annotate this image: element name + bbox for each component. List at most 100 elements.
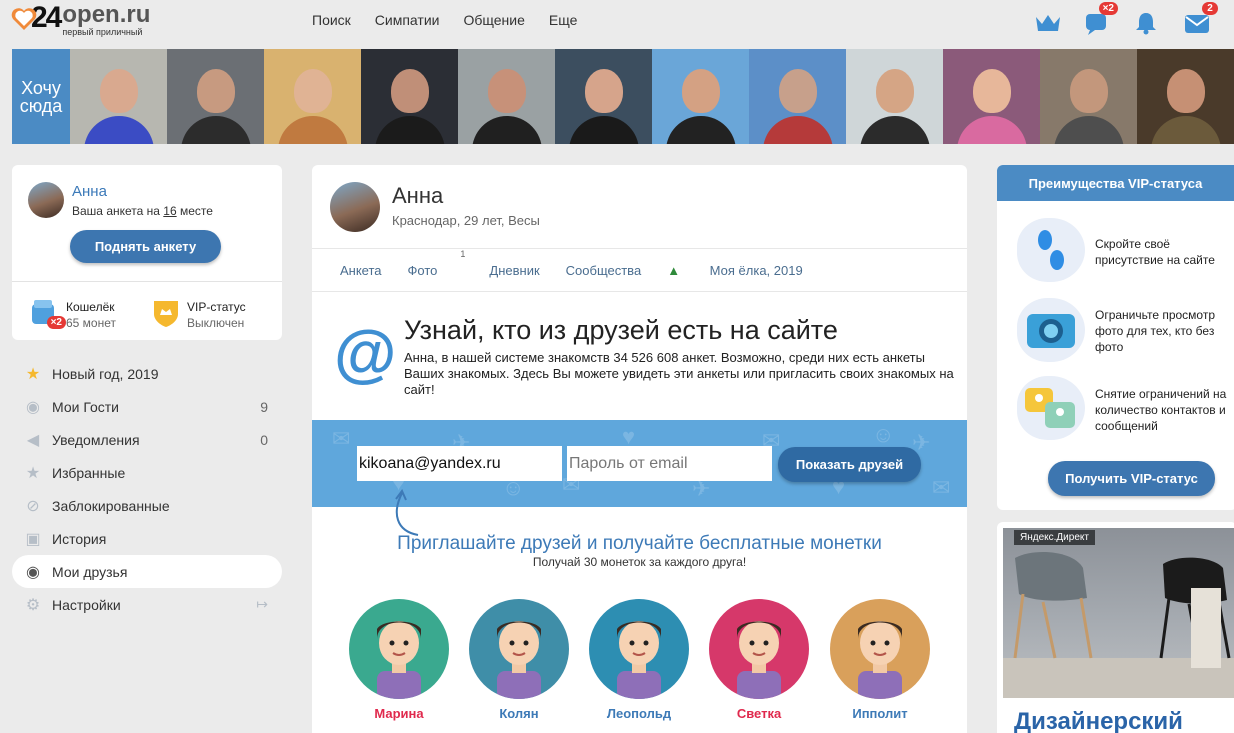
megaphone-icon: ◀ xyxy=(26,431,40,449)
vip-header: Преимущества VIP-статуса xyxy=(997,165,1234,201)
tab-profile[interactable]: Анкета xyxy=(340,263,382,278)
guests-count: 9 xyxy=(260,398,268,415)
camera-icon xyxy=(1017,298,1085,362)
strip-photo[interactable] xyxy=(361,49,458,144)
strip-photo[interactable] xyxy=(458,49,555,144)
bell-icon[interactable] xyxy=(1134,8,1164,36)
tab-communities[interactable]: Сообщества xyxy=(566,263,642,278)
strip-photo[interactable] xyxy=(1137,49,1234,144)
invite-subtitle: Получай 30 монеток за каждого друга! xyxy=(532,555,747,569)
wallet-label[interactable]: Кошелёк xyxy=(66,300,115,315)
photo-figure xyxy=(665,116,736,144)
menu-label: Заблокированные xyxy=(52,497,170,514)
wallet-icon[interactable]: ×2 xyxy=(30,298,66,329)
menu-favorites[interactable]: ★ Избранные xyxy=(12,456,282,489)
tab-diary[interactable]: Дневник xyxy=(489,263,539,278)
friends-eye-icon: ◉ xyxy=(26,563,40,581)
gear-icon: ⚙ xyxy=(25,596,41,614)
friend-name[interactable]: Леопольд xyxy=(589,706,689,721)
menu-notifications[interactable]: ◀ Уведомления 0 xyxy=(12,423,282,456)
friend-avatar[interactable] xyxy=(469,599,569,699)
profile-avatar[interactable] xyxy=(330,182,380,232)
menu-my-friends[interactable]: ◉ Мои друзья xyxy=(12,555,282,588)
vip-value: Выключен xyxy=(187,316,245,330)
nav-more[interactable]: Еще xyxy=(549,12,578,28)
wallet-badge: ×2 xyxy=(46,316,66,329)
photo-face xyxy=(1069,69,1108,113)
eye-icon: ◉ xyxy=(26,398,40,416)
want-here-button[interactable]: Хочу сюда xyxy=(12,49,70,144)
nav-chat[interactable]: Общение xyxy=(463,12,524,28)
my-name[interactable]: Анна xyxy=(72,183,107,200)
friend-name[interactable]: Марина xyxy=(349,706,449,721)
strip-photo[interactable] xyxy=(264,49,361,144)
raise-profile-button[interactable]: Поднять анкету xyxy=(70,230,221,263)
menu-blocked[interactable]: ⊘ Заблокированные xyxy=(12,489,282,522)
rank-suffix: месте xyxy=(176,204,213,218)
menu-settings[interactable]: ⚙ Настройки ↦ xyxy=(12,588,282,621)
tree-icon: ▲ xyxy=(667,262,684,278)
menu-label: Новый год, 2019 xyxy=(52,365,159,382)
vip-label[interactable]: VIP-статус xyxy=(187,300,246,315)
photo-figure xyxy=(762,116,833,144)
friend-name[interactable]: Светка xyxy=(709,706,809,721)
contacts-icon xyxy=(1017,376,1085,440)
chat-badge: ×2 xyxy=(1098,2,1118,15)
mail-badge: 2 xyxy=(1202,2,1218,15)
photo-figure xyxy=(374,116,445,144)
curved-arrow-icon xyxy=(395,489,419,536)
friend-avatar[interactable] xyxy=(830,599,930,699)
tab-my-tree[interactable]: ▲ Моя ёлка, 2019 xyxy=(667,263,829,278)
strip-photo[interactable] xyxy=(749,49,846,144)
show-friends-button[interactable]: Показать друзей xyxy=(778,447,921,482)
logout-icon[interactable]: ↦ xyxy=(256,596,268,613)
nav-likes[interactable]: Симпатии xyxy=(375,12,440,28)
rank-prefix: Ваша анкета на xyxy=(72,204,164,218)
history-icon: ▣ xyxy=(25,530,41,548)
logo-slogan: первый приличный xyxy=(62,27,143,37)
strip-photo[interactable] xyxy=(652,49,749,144)
photo-face xyxy=(1166,69,1205,113)
ad-image[interactable] xyxy=(1003,528,1234,698)
crown-icon[interactable] xyxy=(1034,8,1064,36)
menu-guests[interactable]: ◉ Мои Гости 9 xyxy=(12,390,282,423)
friend-name[interactable]: Ипполит xyxy=(830,706,930,721)
tab-photo-label: Фото xyxy=(407,262,438,278)
chat-icon[interactable]: ×2 xyxy=(1084,2,1118,36)
vip-shield-icon[interactable] xyxy=(151,298,181,328)
photo-figure xyxy=(568,116,639,144)
photo-figure xyxy=(83,116,154,144)
friend-avatar[interactable] xyxy=(349,599,449,699)
friend-name[interactable]: Колян xyxy=(469,706,569,721)
invite-title[interactable]: Приглашайте друзей и получайте бесплатны… xyxy=(312,533,967,555)
photo-figure xyxy=(277,116,348,144)
strip-photo[interactable] xyxy=(846,49,943,144)
strip-photo[interactable] xyxy=(943,49,1040,144)
photo-face xyxy=(584,69,623,113)
strip-photo[interactable] xyxy=(167,49,264,144)
email-input[interactable]: kikoana@yandex.ru xyxy=(357,446,562,481)
strip-photo[interactable] xyxy=(555,49,652,144)
main-nav: Поиск Симпатии Общение Еще xyxy=(312,12,601,28)
site-logo[interactable]: 24 open.ru первый приличный xyxy=(11,3,150,39)
mail-icon[interactable]: 2 xyxy=(1184,2,1218,36)
tab-photo[interactable]: Фото 1 xyxy=(407,249,466,278)
strip-photo[interactable] xyxy=(70,49,167,144)
nav-search[interactable]: Поиск xyxy=(312,12,351,28)
cta-line1: Хочу xyxy=(21,77,61,98)
menu-new-year[interactable]: ★ Новый год, 2019 xyxy=(12,357,282,390)
ad-title[interactable]: Дизайнерский xyxy=(1014,708,1183,733)
menu-label: Уведомления xyxy=(52,431,140,448)
strip-photo[interactable] xyxy=(1040,49,1137,144)
find-friends-title: Узнай, кто из друзей есть на сайте xyxy=(404,315,838,345)
my-avatar[interactable] xyxy=(28,182,64,218)
photo-face xyxy=(293,69,332,113)
menu-label: Мои друзья xyxy=(52,563,128,580)
email-password-input[interactable]: Пароль от email xyxy=(567,446,772,481)
get-vip-button[interactable]: Получить VIP-статус xyxy=(1048,461,1215,496)
friend-avatar[interactable] xyxy=(709,599,809,699)
menu-history[interactable]: ▣ История xyxy=(12,522,282,555)
tab-tree-label: Моя ёлка, 2019 xyxy=(709,262,803,278)
vip-benefit-hide: Скройте своё присутствие на сайте xyxy=(1095,237,1215,267)
friend-avatar[interactable] xyxy=(589,599,689,699)
